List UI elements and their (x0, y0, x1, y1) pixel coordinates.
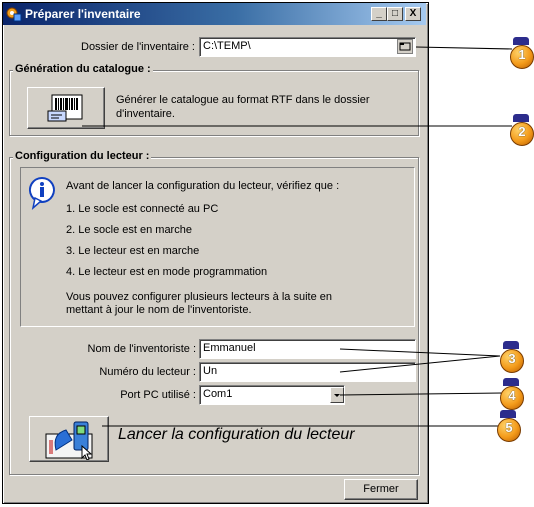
callout-number: 4 (500, 386, 524, 410)
callout-4: 4 (500, 378, 524, 410)
callout-number: 2 (510, 122, 534, 146)
callout-2: 2 (510, 114, 534, 146)
callout-5: 5 (497, 410, 521, 442)
callout-number: 5 (497, 418, 521, 442)
callout-leader-lines (82, 46, 513, 427)
callout-3: 3 (500, 341, 524, 373)
callout-number: 3 (500, 349, 524, 373)
callout-1: 1 (510, 37, 534, 69)
callout-number: 1 (510, 45, 534, 69)
